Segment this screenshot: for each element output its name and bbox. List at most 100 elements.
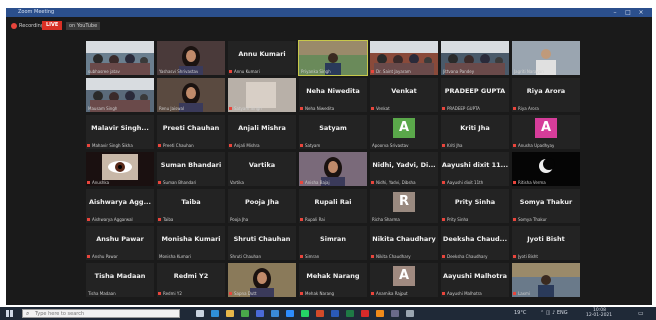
participant-tile[interactable]: Jyoti Bisht Jyoti Bisht: [512, 226, 580, 260]
muted-mic-icon: [229, 107, 232, 110]
muted-mic-icon: [158, 292, 161, 295]
participant-caption: Anjali Mishra: [234, 143, 260, 148]
participant-tile[interactable]: Simran Simran: [299, 226, 367, 260]
participant-tile[interactable]: A Anusha Upadhyay: [512, 115, 580, 149]
participant-tile[interactable]: Rupali Rai Rupali Rai: [299, 189, 367, 223]
tray-icons[interactable]: ⌃ ◫ ♪ ENG: [540, 310, 568, 316]
participant-caption: Anusha Upadhyay: [518, 143, 555, 148]
chrome-icon[interactable]: [241, 310, 249, 317]
participant-tile[interactable]: Anshu Pawar Anshu Pawar: [86, 226, 154, 260]
store-icon[interactable]: [256, 310, 264, 317]
maximize-icon[interactable]: □: [623, 9, 633, 16]
close-icon[interactable]: ×: [636, 9, 646, 16]
participant-name: Annu Kumari: [238, 50, 286, 58]
participant-tile[interactable]: Suman Bhandari Suman Bhandari: [157, 152, 225, 186]
participant-name: Deeksha Chaud...: [442, 235, 508, 243]
whatsapp-icon[interactable]: [301, 310, 309, 317]
windows-start-icon[interactable]: [6, 310, 13, 317]
participant-tile[interactable]: Prity Sinha Prity Sinha: [441, 189, 509, 223]
participant-caption: Apoorva Srivastav: [372, 143, 409, 148]
clock-date[interactable]: 12-01-2021: [586, 313, 612, 318]
participant-tile[interactable]: Anjali Mishra Anjali Mishra: [228, 115, 296, 149]
gallery-grid: subhasree jatav Yashasvi Shrivastav Annu K…: [86, 40, 580, 299]
participant-tile[interactable]: Satyam Singh: [228, 78, 296, 112]
acrobat-icon[interactable]: [361, 310, 369, 317]
participant-tile[interactable]: Aayushi Malhotra Aayushi Malhotra: [441, 263, 509, 297]
participant-tile[interactable]: Ritisha Verma: [512, 152, 580, 186]
youtube-label[interactable]: on YouTube: [66, 22, 101, 30]
participant-tile[interactable]: Pooja Jha Pooja Jha: [228, 189, 296, 223]
edge-icon[interactable]: [211, 310, 219, 317]
participant-tile[interactable]: Monisha Kumari Monisha Kumari: [157, 226, 225, 260]
file-explorer-icon[interactable]: [226, 310, 234, 317]
weather-label[interactable]: 19°C: [514, 310, 526, 316]
participant-avatar: R: [393, 192, 415, 212]
participant-tile[interactable]: Jagriti Narayan: [512, 41, 580, 75]
settings-icon[interactable]: [406, 310, 414, 317]
participant-tile[interactable]: Nidhi, Yadvi, Di... Nidhi, Yadvi, Dibsha: [370, 152, 438, 186]
word-icon[interactable]: [331, 310, 339, 317]
participant-tile[interactable]: Malavir Singh... Mahavir Singh Sikha: [86, 115, 154, 149]
participant-tile[interactable]: Anushka: [86, 152, 154, 186]
participant-tile[interactable]: Preeti Chauhan Preeti Chauhan: [157, 115, 225, 149]
participant-name: Vartika: [248, 161, 276, 169]
participant-tile[interactable]: Riya Arora Riya Arora: [512, 78, 580, 112]
participant-caption: subhasree jatav: [88, 69, 120, 74]
participant-tile[interactable]: Neha Niwedita Neha Niwedita: [299, 78, 367, 112]
participant-tile[interactable]: Venkat Venkat: [370, 78, 438, 112]
zoom-icon[interactable]: [286, 310, 294, 317]
minimize-icon[interactable]: –: [610, 9, 620, 16]
participant-tile[interactable]: Shruti Chauhan Shruti Chauhan: [228, 226, 296, 260]
excel-icon[interactable]: [346, 310, 354, 317]
participant-tile[interactable]: Tisha Madaan Tisha Madaan: [86, 263, 154, 297]
live-badge[interactable]: LIVE: [42, 21, 63, 30]
participant-tile[interactable]: Anisha Bajaj: [299, 152, 367, 186]
participant-tile[interactable]: Dr. Saint Jayaram: [370, 41, 438, 75]
participant-tile[interactable]: Taiba Taiba: [157, 189, 225, 223]
mail-icon[interactable]: [271, 310, 279, 317]
participant-tile[interactable]: A Apoorva Srivastav: [370, 115, 438, 149]
participant-name: Venkat: [391, 87, 417, 95]
participant-caption: Redmi Y2: [163, 291, 182, 296]
participant-tile[interactable]: Aishwarya Agg... Aishwarya Aggarwal: [86, 189, 154, 223]
participant-tile[interactable]: Jittvana Pandey: [441, 41, 509, 75]
participant-avatar: A: [535, 118, 557, 138]
participant-tile[interactable]: Sapna Dutt: [228, 263, 296, 297]
participant-tile[interactable]: Annu Kumari Annu Kumari: [228, 41, 296, 75]
record-dot-icon: [11, 23, 17, 29]
participant-tile[interactable]: PRADEEP GUPTA PRADEEP GUPTA: [441, 78, 509, 112]
powerpoint-icon[interactable]: [316, 310, 324, 317]
participant-tile[interactable]: subhasree jatav: [86, 41, 154, 75]
participant-caption: Aishwarya Aggarwal: [92, 217, 133, 222]
participant-tile[interactable]: R Richa Sharma: [370, 189, 438, 223]
recording-label[interactable]: Recording: [19, 23, 44, 29]
participant-tile[interactable]: Somya Thakur Somya Thakur: [512, 189, 580, 223]
participant-tile[interactable]: Kriti Jha Kriti Jha: [441, 115, 509, 149]
participant-tile[interactable]: Redmi Y2 Redmi Y2: [157, 263, 225, 297]
muted-mic-icon: [442, 107, 445, 110]
participant-tile[interactable]: Aayushi dixit 11... Aayushi dixit 11th: [441, 152, 509, 186]
notification-icon[interactable]: ▭: [638, 310, 644, 317]
participant-caption: Rupali Rai: [305, 217, 325, 222]
participant-caption: Laxmi: [518, 291, 531, 296]
participant-tile[interactable]: Mehak Narang Mehak Narang: [299, 263, 367, 297]
participant-tile[interactable]: Deeksha Chaud... Deeksha Chaudhary: [441, 226, 509, 260]
participant-tile[interactable]: Mausam Singh: [86, 78, 154, 112]
participant-tile[interactable]: Laxmi: [512, 263, 580, 297]
vlc-icon[interactable]: [376, 310, 384, 317]
participant-caption: Aayushi dixit 11th: [447, 180, 484, 185]
participant-tile[interactable]: Vartika Vartika: [228, 152, 296, 186]
participant-tile[interactable]: Yashasvi Shrivastav: [157, 41, 225, 75]
participant-name: Nidhi, Yadvi, Di...: [372, 161, 436, 169]
participant-name: Riya Arora: [526, 87, 566, 95]
participant-tile[interactable]: Priyanka Singh: [298, 40, 368, 76]
search-placeholder: Type here to search: [35, 311, 85, 317]
participant-tile[interactable]: Nikita Chaudhary Nikita Chaudhary: [370, 226, 438, 260]
participant-tile[interactable]: Renu Jaiswal: [157, 78, 225, 112]
task-view-icon[interactable]: [196, 310, 204, 317]
taskbar-search-box[interactable]: ⌕ Type here to search: [22, 309, 180, 318]
participant-tile[interactable]: Satyam Satyam: [299, 115, 367, 149]
camera-icon[interactable]: [391, 310, 399, 317]
participant-tile[interactable]: A Anamika Rajput: [370, 263, 438, 297]
participant-name: Aishwarya Agg...: [89, 198, 151, 206]
